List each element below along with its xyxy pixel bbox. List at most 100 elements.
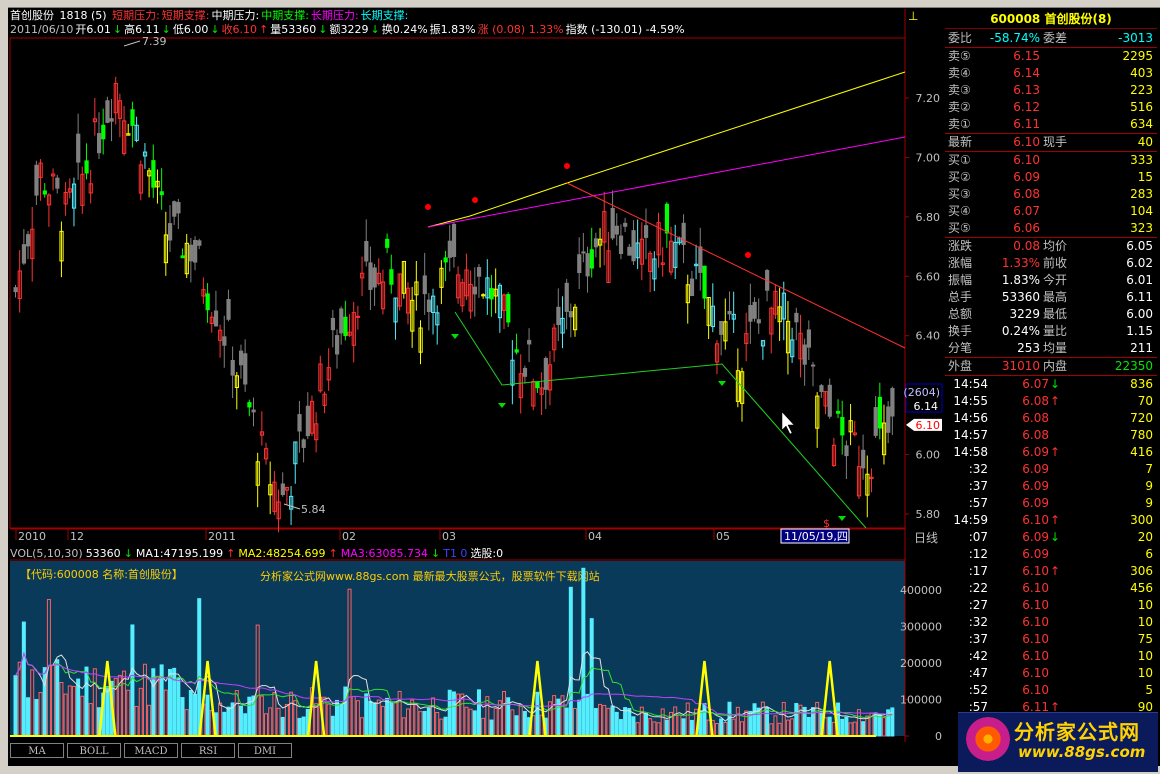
volume-bar: [226, 706, 231, 737]
tab-boll[interactable]: BOLL: [67, 743, 121, 758]
volume-bar: [727, 701, 732, 737]
weicha-value: -3013: [1118, 31, 1153, 45]
tick-arrow: ↑: [1050, 564, 1061, 578]
stat-value: 211: [1130, 341, 1153, 355]
tick-time: 14:55: [953, 394, 988, 408]
tick-price: 6.09: [1022, 496, 1049, 510]
tick-row: :32 6.09 7: [945, 461, 1157, 478]
volume-bar: [84, 666, 89, 737]
volume-bar: [610, 705, 615, 737]
neipan-value: 22350: [1114, 359, 1153, 373]
tick-volume: 300: [1130, 513, 1153, 527]
stat-row: 总手 53360 最高 6.11: [945, 289, 1157, 306]
volume-bar: [105, 686, 110, 737]
buy-row: 买① 6.10 333: [945, 152, 1157, 169]
stat-row: 涨幅 1.33% 前收 6.02: [945, 255, 1157, 272]
tick-arrow: ↓: [1050, 377, 1061, 391]
latest-label: 最新: [948, 135, 973, 149]
tick-price: 6.09: [1022, 462, 1049, 476]
volume-bar: [188, 690, 193, 737]
volume-bar: [180, 697, 185, 737]
tick-time: :37: [968, 479, 988, 493]
stat-value: 3229: [1009, 307, 1040, 321]
buy-price: 6.09: [1013, 170, 1040, 184]
stat-value: 6.01: [1126, 273, 1153, 287]
volume-bar: [339, 704, 344, 737]
buy-row: 买④ 6.07 104: [945, 203, 1157, 220]
stat-value: 1.33%: [1001, 256, 1040, 270]
stat-row: 分笔 253 均量 211: [945, 340, 1157, 357]
volume-chart[interactable]: 400000 300000 200000 100000 0 【代码:600008 名称:首…: [0, 0, 945, 745]
sell-row: 卖④ 6.14 403: [945, 65, 1157, 82]
tick-arrow: [1050, 427, 1060, 444]
tick-time: 14:59: [953, 513, 988, 527]
tick-arrow: [1050, 665, 1060, 682]
tick-row: :47 6.10 10: [945, 665, 1157, 682]
tab-ma[interactable]: MA: [10, 743, 64, 758]
sell-price: 6.12: [1013, 100, 1040, 114]
tick-row: :22 6.10 456: [945, 580, 1157, 597]
volume-bar: [364, 693, 369, 737]
volume-bar: [593, 708, 598, 737]
tick-volume: 10: [1137, 598, 1153, 612]
stat-label: 总手: [948, 290, 973, 304]
sell-label: 卖⑤: [948, 49, 971, 63]
tick-price: 6.09: [1022, 530, 1049, 544]
tick-arrow: [1050, 546, 1060, 563]
tab-macd[interactable]: MACD: [124, 743, 178, 758]
tick-arrow: [1050, 648, 1060, 665]
tick-volume: 5: [1145, 683, 1153, 697]
volume-bar: [297, 717, 302, 737]
buy-volume: 323: [1130, 221, 1153, 235]
volume-bar: [422, 710, 427, 737]
tab-rsi[interactable]: RSI: [181, 743, 235, 758]
volume-bar: [568, 586, 573, 737]
stat-label: 涨跌: [948, 239, 973, 253]
tick-time: :47: [968, 666, 988, 680]
volume-bar: [581, 567, 586, 737]
volume-bar: [631, 716, 636, 737]
tick-arrow: ↑: [1050, 394, 1061, 408]
volume-bar: [681, 718, 686, 737]
stat-value: 6.00: [1126, 307, 1153, 321]
volume-bar: [238, 705, 243, 737]
volume-bar: [205, 694, 210, 737]
volume-bar: [21, 621, 26, 737]
stat-label: 均价: [1043, 239, 1068, 253]
tick-time: :32: [968, 615, 988, 629]
stat-value: 6.02: [1126, 256, 1153, 270]
stat-label: 涨幅: [948, 256, 973, 270]
weibi-row: 委比 -58.74% 委差 -3013: [945, 30, 1157, 47]
volume-bar: [664, 719, 669, 737]
tick-volume: 720: [1130, 411, 1153, 425]
tick-volume: 75: [1137, 632, 1153, 646]
tick-arrow: [1050, 682, 1060, 699]
tick-time: :12: [968, 547, 988, 561]
buy-row: 买⑤ 6.06 323: [945, 220, 1157, 237]
volume-bar: [167, 669, 172, 737]
tick-row: :37 6.10 75: [945, 631, 1157, 648]
tick-arrow: ↓: [1050, 530, 1061, 544]
buy-label: 买②: [948, 170, 971, 184]
volume-bar: [443, 716, 448, 737]
stat-label: 振幅: [948, 273, 973, 287]
volume-bar: [765, 706, 770, 737]
tab-dmi[interactable]: DMI: [238, 743, 292, 758]
volume-bar: [877, 714, 882, 737]
stat-value: 6.05: [1126, 239, 1153, 253]
flower-logo-icon: [966, 717, 1010, 761]
tick-row: :57 6.09 9: [945, 495, 1157, 512]
tick-volume: 780: [1130, 428, 1153, 442]
tick-volume: 836: [1130, 377, 1153, 391]
volume-bar: [589, 618, 594, 737]
volume-bar: [26, 697, 31, 737]
tick-row: 14:58 6.09 ↑ 416: [945, 444, 1157, 461]
weibi-label: 委比: [948, 31, 973, 45]
tick-row: :12 6.09 6: [945, 546, 1157, 563]
tick-time: :22: [968, 581, 988, 595]
buy-price: 6.08: [1013, 187, 1040, 201]
stat-label: 分笔: [948, 341, 973, 355]
sell-label: 卖①: [948, 117, 971, 131]
tick-arrow: ↑: [1050, 513, 1061, 527]
stat-value: 1.15: [1126, 324, 1153, 338]
